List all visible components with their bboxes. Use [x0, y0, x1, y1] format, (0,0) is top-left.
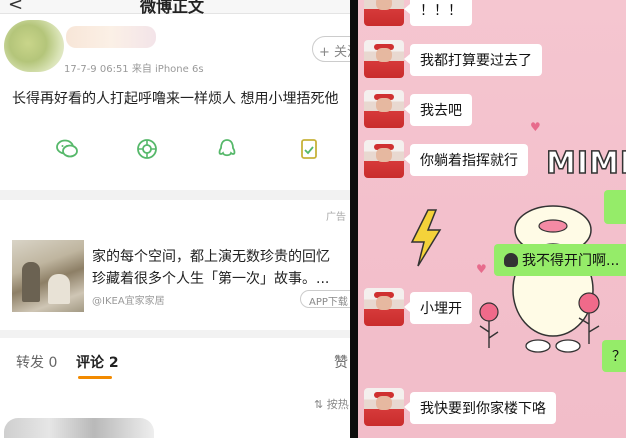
avatar[interactable]: [364, 0, 404, 26]
share-row: [0, 136, 350, 166]
ad-tag: 广告: [326, 212, 346, 223]
app-download-button[interactable]: APP下载: [300, 290, 350, 308]
wechat-icon[interactable]: [54, 136, 80, 162]
chat-bubble[interactable]: 你躺着指挥就行: [404, 144, 528, 176]
avatar-face: [376, 98, 392, 112]
chat-bubble[interactable]: 我去吧: [404, 94, 472, 126]
moments-icon[interactable]: [134, 136, 160, 162]
my-chat-bubble[interactable]: 我不得开门啊...: [494, 244, 626, 276]
my-chat-bubble[interactable]: ？: [602, 340, 626, 372]
post-meta: 17-7-9 06:51 来自 iPhone 6s: [64, 64, 204, 75]
tab-like[interactable]: 赞: [334, 352, 348, 372]
chat-panel: MIMI ♥ ♥ ！！！ 我都打算要过去了 我去吧 你躺着指挥就行 我不得开门啊…: [358, 0, 626, 438]
avatar-face: [376, 396, 392, 410]
chat-bubble[interactable]: ！！！: [404, 0, 472, 26]
avatar-face: [376, 48, 392, 62]
avatar[interactable]: [4, 20, 64, 72]
ad-line-1: 家的每个空间，都上演无数珍贵的回忆: [92, 249, 330, 265]
avatar[interactable]: [364, 90, 404, 128]
ad-brand[interactable]: @IKEA宜家家居: [92, 292, 165, 307]
weibo-post: + 关注 17-7-9 06:51 来自 iPhone 6s 长得再好看的人打起…: [0, 14, 350, 190]
follow-button[interactable]: + 关注: [312, 36, 350, 62]
save-icon[interactable]: [296, 136, 322, 162]
tab-repost[interactable]: 转发 0: [16, 352, 57, 372]
avatar[interactable]: [364, 388, 404, 426]
avatar-face: [376, 296, 392, 310]
lightning-icon: [410, 209, 442, 267]
heart-icon: ♥: [530, 120, 541, 134]
username-blurred: [66, 26, 156, 48]
avatar[interactable]: [364, 140, 404, 178]
comment-preview-blurred: [4, 418, 154, 438]
chat-bubble[interactable]: 我都打算要过去了: [404, 44, 542, 76]
heart-icon: ♥: [476, 262, 487, 276]
avatar-face: [376, 0, 392, 10]
ad-thumbnail[interactable]: [12, 240, 84, 312]
my-chat-text: 我不得开门啊...: [522, 253, 620, 269]
tab-active-indicator: [78, 376, 112, 379]
back-icon[interactable]: <: [8, 0, 23, 15]
sticker-mimi-text: MIMI: [545, 145, 626, 182]
sort-button[interactable]: ⇅ 按热: [314, 396, 349, 412]
qq-icon[interactable]: [214, 136, 240, 162]
avatar-face: [376, 148, 392, 162]
sort-label: 按热: [326, 398, 349, 411]
chat-bubble[interactable]: 我快要到你家楼下咯: [404, 392, 556, 424]
avatar[interactable]: [364, 288, 404, 326]
rose-icon: [578, 292, 600, 344]
ad-card[interactable]: 广告 家的每个空间，都上演无数珍贵的回忆 珍藏着很多个人生「第一次」故事。...…: [0, 200, 350, 330]
ad-line-2: 珍藏着很多个人生「第一次」故事。...: [92, 271, 330, 287]
image-divider: [350, 0, 358, 438]
avatar[interactable]: [364, 40, 404, 78]
comment-section: 转发 0 评论 2 赞 ⇅ 按热: [0, 338, 350, 438]
rose-icon: [479, 302, 499, 348]
top-bar: < 微博正文: [0, 0, 350, 16]
post-text: 长得再好看的人打起呼噜来一样烦人 想用小埋捂死他: [12, 91, 339, 107]
tab-comment[interactable]: 评论 2: [76, 352, 119, 372]
weibo-panel: < 微博正文 + 关注 17-7-9 06:51 来自 iPhone 6s 长得…: [0, 0, 350, 438]
my-chat-bubble-partial[interactable]: [604, 190, 626, 224]
ninja-emoji-icon: [504, 253, 518, 267]
chat-bubble[interactable]: 小埋开: [404, 292, 472, 324]
ad-figure-adult: [22, 262, 40, 302]
ad-figure-child: [48, 274, 70, 304]
